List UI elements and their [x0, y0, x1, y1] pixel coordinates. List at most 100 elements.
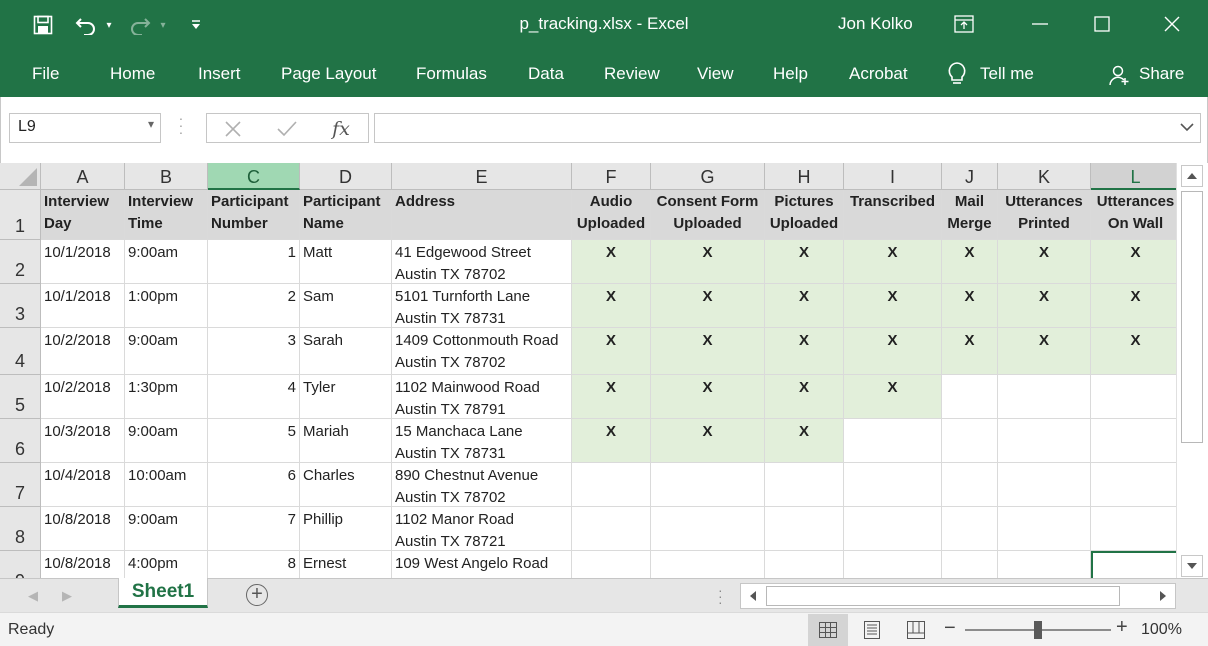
row-header-3[interactable]: 3 [0, 284, 41, 328]
cell-status-j[interactable]: X [942, 240, 998, 284]
formula-bar-resize-handle[interactable]: · · · [177, 111, 185, 139]
undo-dropdown-icon[interactable]: ▾ [102, 12, 116, 38]
cell-address[interactable]: 15 Manchaca Lane Austin TX 78731 [392, 419, 572, 463]
cell-address[interactable]: 109 West Angelo Road [392, 551, 572, 578]
cell-participant-number[interactable]: 8 [208, 551, 300, 578]
cell-address[interactable]: 5101 Turnforth Lane Austin TX 78731 [392, 284, 572, 328]
cell-status-j[interactable] [942, 463, 998, 507]
cell-interview-time[interactable]: 9:00am [125, 240, 208, 284]
row-header-7[interactable]: 7 [0, 463, 41, 507]
cell-participant-number[interactable]: 2 [208, 284, 300, 328]
tab-acrobat[interactable]: Acrobat [849, 64, 908, 84]
cell-participant-number[interactable]: 4 [208, 375, 300, 419]
cell-interview-day[interactable]: 10/1/2018 [41, 284, 125, 328]
row-header-9[interactable]: 9 [0, 551, 41, 578]
horizontal-scrollbar[interactable] [740, 583, 1176, 609]
cell-status-j[interactable]: X [942, 328, 998, 375]
header-cell-f[interactable]: Audio Uploaded [572, 190, 651, 240]
cell-status-k[interactable] [998, 463, 1091, 507]
cell-status-f[interactable]: X [572, 240, 651, 284]
new-sheet-icon[interactable]: + [246, 584, 268, 606]
header-cell-i[interactable]: Transcribed [844, 190, 942, 240]
cell-participant-number[interactable]: 3 [208, 328, 300, 375]
row-header-5[interactable]: 5 [0, 375, 41, 419]
cell-status-g[interactable] [651, 551, 765, 578]
zoom-level[interactable]: 100% [1141, 621, 1182, 639]
cell-status-l[interactable] [1091, 463, 1176, 507]
cell-status-k[interactable] [998, 419, 1091, 463]
column-header-g[interactable]: G [651, 163, 765, 190]
cell-status-k[interactable]: X [998, 240, 1091, 284]
lightbulb-icon[interactable] [946, 61, 968, 92]
cell-status-h[interactable]: X [765, 284, 844, 328]
cell-interview-day[interactable]: 10/4/2018 [41, 463, 125, 507]
cell-status-j[interactable] [942, 375, 998, 419]
scroll-left-icon[interactable] [741, 584, 765, 608]
tab-view[interactable]: View [697, 64, 734, 84]
tab-page-layout[interactable]: Page Layout [281, 64, 376, 84]
cell-interview-day[interactable]: 10/3/2018 [41, 419, 125, 463]
tab-review[interactable]: Review [604, 64, 660, 84]
scroll-up-icon[interactable] [1181, 165, 1203, 187]
column-header-b[interactable]: B [125, 163, 208, 190]
cell-status-l[interactable]: X [1091, 328, 1176, 375]
cell-status-i[interactable] [844, 551, 942, 578]
row-header-2[interactable]: 2 [0, 240, 41, 284]
confirm-entry-icon[interactable] [267, 116, 307, 142]
cell-status-h[interactable]: X [765, 240, 844, 284]
share-button[interactable]: Share [1139, 64, 1184, 84]
cell-status-j[interactable] [942, 419, 998, 463]
cell-status-g[interactable] [651, 463, 765, 507]
cell-interview-day[interactable]: 10/2/2018 [41, 375, 125, 419]
header-cell-b[interactable]: Interview Time [125, 190, 208, 240]
name-box[interactable]: L9 ▾ [9, 113, 161, 143]
cell-participant-number[interactable]: 7 [208, 507, 300, 551]
cell-status-f[interactable]: X [572, 328, 651, 375]
scroll-right-icon[interactable] [1151, 584, 1175, 608]
column-header-k[interactable]: K [998, 163, 1091, 190]
ribbon-display-options-icon[interactable] [934, 0, 994, 48]
maximize-icon[interactable] [1072, 0, 1132, 48]
cell-status-i[interactable] [844, 463, 942, 507]
cell-status-l[interactable]: X [1091, 284, 1176, 328]
column-header-d[interactable]: D [300, 163, 392, 190]
cell-status-h[interactable]: X [765, 375, 844, 419]
tell-me-search[interactable]: Tell me [980, 64, 1034, 84]
row-header-6[interactable]: 6 [0, 419, 41, 463]
cell-status-l[interactable] [1091, 375, 1176, 419]
cell-status-l[interactable] [1091, 419, 1176, 463]
tab-data[interactable]: Data [528, 64, 564, 84]
select-all-button[interactable] [0, 163, 41, 190]
cell-status-k[interactable]: X [998, 284, 1091, 328]
cell-status-k[interactable] [998, 551, 1091, 578]
cell-status-i[interactable] [844, 419, 942, 463]
cell-status-h[interactable]: X [765, 419, 844, 463]
cell-participant-name[interactable]: Tyler [300, 375, 392, 419]
header-cell-e[interactable]: Address [392, 190, 572, 240]
column-header-i[interactable]: I [844, 163, 942, 190]
cell-status-l[interactable] [1091, 507, 1176, 551]
cell-participant-name[interactable]: Mariah [300, 419, 392, 463]
tab-insert[interactable]: Insert [198, 64, 241, 84]
header-cell-j[interactable]: Mail Merge [942, 190, 998, 240]
next-sheet-icon[interactable]: ▶ [62, 588, 72, 604]
cell-interview-day[interactable]: 10/8/2018 [41, 507, 125, 551]
column-header-h[interactable]: H [765, 163, 844, 190]
cell-status-h[interactable] [765, 463, 844, 507]
minimize-icon[interactable] [1010, 0, 1070, 48]
cell-interview-day[interactable]: 10/8/2018 [41, 551, 125, 578]
cell-status-f[interactable] [572, 507, 651, 551]
cell-status-i[interactable]: X [844, 328, 942, 375]
cell-status-j[interactable] [942, 551, 998, 578]
expand-formula-bar-icon[interactable] [1180, 120, 1194, 139]
column-header-c[interactable]: C [208, 163, 300, 190]
header-cell-l[interactable]: Utterances On Wall [1091, 190, 1176, 240]
page-layout-view-icon[interactable] [852, 614, 892, 646]
normal-view-icon[interactable] [808, 614, 848, 646]
tab-split-handle[interactable]: · · · [718, 583, 723, 609]
zoom-in-button[interactable]: + [1116, 616, 1128, 639]
cell-status-g[interactable]: X [651, 375, 765, 419]
vertical-scrollbar[interactable] [1176, 163, 1208, 578]
previous-sheet-icon[interactable]: ◀ [28, 588, 38, 604]
undo-icon[interactable] [72, 12, 100, 38]
